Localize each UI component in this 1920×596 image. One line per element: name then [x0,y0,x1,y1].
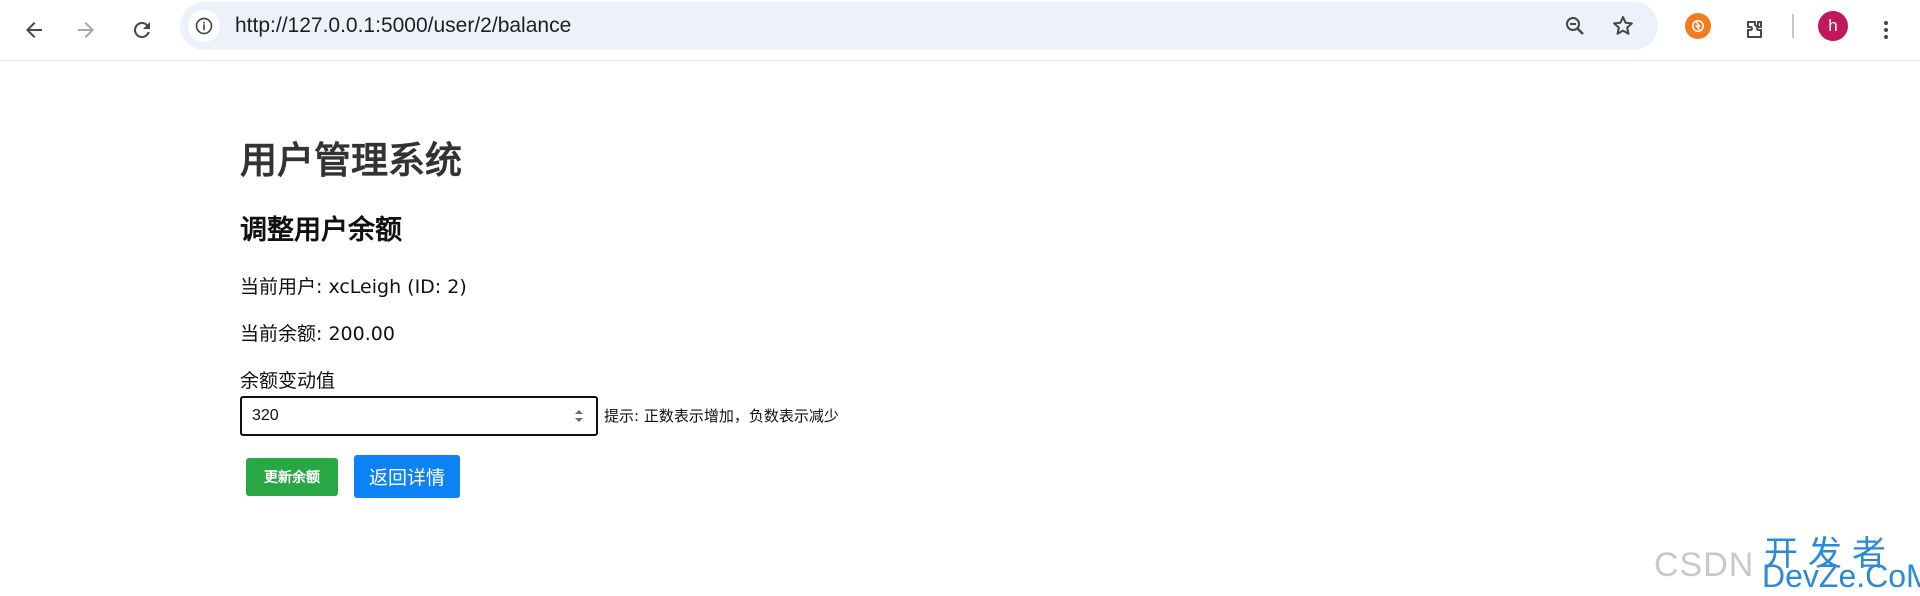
watermark-logo: CSDN 开发者 DevZe.CoM [1654,534,1920,594]
reload-icon[interactable] [122,10,162,50]
current-user-text: 当前用户: xcLeigh (ID: 2) [240,276,467,298]
update-balance-button[interactable]: 更新余额 [246,458,338,496]
browser-toolbar: http://127.0.0.1:5000/user/2/balance h [0,0,1920,61]
balance-change-label: 余额变动值 [240,370,336,392]
back-to-details-button[interactable]: 返回详情 [354,455,460,498]
spinner-arrows-icon[interactable] [574,408,584,424]
toolbar-separator [1792,14,1794,38]
back-arrow-icon[interactable] [14,10,54,50]
zoom-icon[interactable] [1563,14,1587,38]
forward-arrow-icon[interactable] [66,10,106,50]
hint-text: 提示: 正数表示增加，负数表示减少 [604,407,839,425]
watermark-csdn: CSDN [1654,546,1755,584]
watermark-en: DevZe.CoM [1762,558,1920,594]
balance-change-value[interactable]: 320 [252,407,279,425]
extension-app-icon[interactable] [1685,13,1711,39]
profile-avatar[interactable]: h [1818,11,1848,41]
extensions-puzzle-icon[interactable] [1734,10,1774,50]
address-bar[interactable]: http://127.0.0.1:5000/user/2/balance [180,2,1658,50]
kebab-menu-icon[interactable] [1866,10,1906,50]
app-title: 用户管理系统 [240,139,462,182]
section-title: 调整用户余额 [240,215,402,246]
balance-change-input[interactable]: 320 [240,396,598,436]
info-icon[interactable] [188,10,220,42]
url-text[interactable]: http://127.0.0.1:5000/user/2/balance [235,14,571,38]
bookmark-star-icon[interactable] [1611,14,1635,38]
current-balance-text: 当前余额: 200.00 [240,323,395,345]
